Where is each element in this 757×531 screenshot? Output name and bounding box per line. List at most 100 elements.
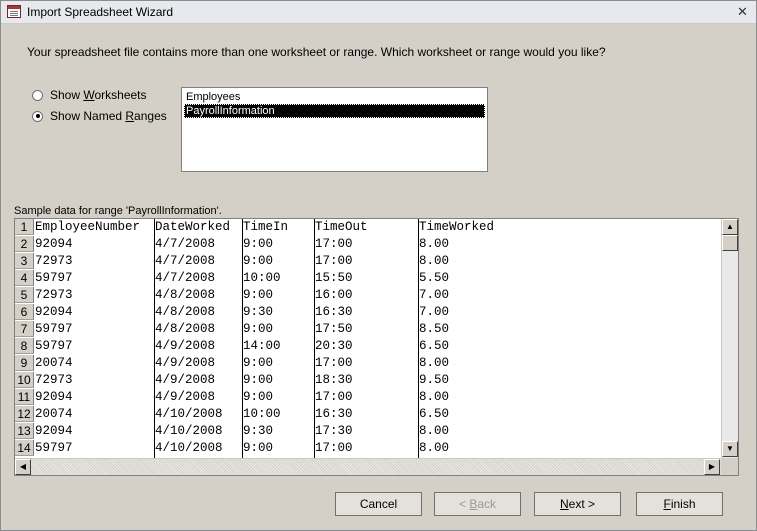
column-divider[interactable] <box>418 219 419 458</box>
table-cell: 10:00 <box>243 271 281 285</box>
table-cell: 59797 <box>35 322 73 336</box>
close-icon[interactable]: ✕ <box>735 4 750 19</box>
column-header: TimeIn <box>243 220 289 234</box>
table-cell: 92094 <box>35 237 73 251</box>
row-number: 14 <box>15 440 34 456</box>
table-cell: 17:00 <box>315 390 353 404</box>
table-row: 12 20074 4/10/2008 10:00 16:30 6.50 <box>15 406 721 423</box>
row-number: 8 <box>15 338 34 354</box>
table-cell: 9:00 <box>243 237 274 251</box>
table-cell: 14:00 <box>243 339 281 353</box>
table-cell: 17:50 <box>315 322 353 336</box>
column-divider[interactable] <box>314 219 315 458</box>
table-cell: 92094 <box>35 305 73 319</box>
table-row: 13 92094 4/10/2008 9:30 17:30 8.00 <box>15 423 721 440</box>
column-divider[interactable] <box>154 219 155 458</box>
row-number: 2 <box>15 236 34 252</box>
table-cell: 6.50 <box>419 407 450 421</box>
scrollbar-corner <box>721 458 738 475</box>
range-item-payroll-information[interactable]: PayrollInformation <box>184 104 485 118</box>
column-header: TimeWorked <box>419 220 495 234</box>
ranges-listbox[interactable]: Employees PayrollInformation <box>181 87 488 172</box>
table-cell: 4/10/2008 <box>155 407 223 421</box>
show-worksheets-radio[interactable] <box>32 89 43 101</box>
vertical-scroll-thumb[interactable] <box>722 235 738 251</box>
access-app-icon <box>7 5 21 18</box>
table-cell: 17:00 <box>315 441 353 455</box>
table-cell: 8.50 <box>419 322 450 336</box>
table-cell: 8.00 <box>419 441 450 455</box>
table-row: 9 20074 4/9/2008 9:00 17:00 8.00 <box>15 355 721 372</box>
table-cell: 9:30 <box>243 424 274 438</box>
column-header: DateWorked <box>155 220 231 234</box>
table-row: 10 72973 4/9/2008 9:00 18:30 9.50 <box>15 372 721 389</box>
sample-data-label: Sample data for range 'PayrollInformatio… <box>14 205 222 217</box>
table-cell: 7.00 <box>419 305 450 319</box>
table-cell: 59797 <box>35 441 73 455</box>
column-divider[interactable] <box>242 219 243 458</box>
table-cell: 8.00 <box>419 390 450 404</box>
row-number: 6 <box>15 304 34 320</box>
range-item-employees[interactable]: Employees <box>184 90 485 104</box>
table-cell: 20074 <box>35 407 73 421</box>
window-title: Import Spreadsheet Wizard <box>27 5 174 19</box>
table-cell: 8.00 <box>419 237 450 251</box>
table-cell: 4/7/2008 <box>155 237 216 251</box>
table-row: 7 59797 4/8/2008 9:00 17:50 8.50 <box>15 321 721 338</box>
finish-button[interactable]: Finish <box>636 492 723 516</box>
next-button[interactable]: Next > <box>534 492 621 516</box>
question-text: Your spreadsheet file contains more than… <box>27 45 606 59</box>
table-cell: 4/9/2008 <box>155 373 216 387</box>
table-cell: 4/8/2008 <box>155 322 216 336</box>
vertical-scrollbar[interactable]: ▲ ▼ <box>721 219 738 458</box>
row-number: 13 <box>15 423 34 439</box>
show-worksheets-label: Show Worksheets <box>50 88 147 102</box>
table-cell: 16:30 <box>315 305 353 319</box>
scroll-up-icon[interactable]: ▲ <box>722 219 738 235</box>
table-cell: 9:00 <box>243 373 274 387</box>
table-cell: 9:30 <box>243 305 274 319</box>
table-cell: 17:30 <box>315 424 353 438</box>
row-number: 12 <box>15 406 34 422</box>
show-named-ranges-option[interactable]: Show Named Ranges <box>32 108 167 124</box>
sample-data-grid: 1 EmployeeNumber DateWorked TimeIn TimeOut Ti… <box>14 218 739 476</box>
table-cell: 8.00 <box>419 424 450 438</box>
show-named-ranges-label: Show Named Ranges <box>50 109 167 123</box>
table-cell: 17:00 <box>315 356 353 370</box>
table-cell: 9:00 <box>243 322 274 336</box>
table-cell: 72973 <box>35 254 73 268</box>
cancel-button[interactable]: Cancel <box>335 492 422 516</box>
scroll-right-icon[interactable]: ▶ <box>704 459 720 475</box>
table-cell: 59797 <box>35 339 73 353</box>
table-cell: 6.50 <box>419 339 450 353</box>
table-cell: 9:00 <box>243 254 274 268</box>
title-bar[interactable]: Import Spreadsheet Wizard ✕ <box>1 1 756 24</box>
table-cell: 4/10/2008 <box>155 424 223 438</box>
back-button[interactable]: < Back <box>434 492 521 516</box>
table-cell: 4/9/2008 <box>155 390 216 404</box>
table-cell: 4/9/2008 <box>155 356 216 370</box>
scroll-down-icon[interactable]: ▼ <box>722 441 738 457</box>
table-row: 2 92094 4/7/2008 9:00 17:00 8.00 <box>15 236 721 253</box>
table-cell: 4/8/2008 <box>155 305 216 319</box>
table-cell: 18:30 <box>315 373 353 387</box>
table-cell: 10:00 <box>243 407 281 421</box>
header-row: 1 EmployeeNumber DateWorked TimeIn TimeOut Ti… <box>15 219 721 236</box>
table-cell: 9:00 <box>243 288 274 302</box>
show-worksheets-option[interactable]: Show Worksheets <box>32 87 147 103</box>
table-row: 8 59797 4/9/2008 14:00 20:30 6.50 <box>15 338 721 355</box>
scroll-left-icon[interactable]: ◀ <box>15 459 31 475</box>
table-cell: 4/9/2008 <box>155 339 216 353</box>
show-named-ranges-radio[interactable] <box>32 110 43 122</box>
table-cell: 8.00 <box>419 254 450 268</box>
import-spreadsheet-wizard-window: Import Spreadsheet Wizard ✕ Your spreads… <box>0 0 757 531</box>
table-cell: 59797 <box>35 271 73 285</box>
table-cell: 7.00 <box>419 288 450 302</box>
horizontal-scrollbar[interactable]: ◀ ▶ <box>15 458 721 475</box>
table-row: 5 72973 4/8/2008 9:00 16:00 7.00 <box>15 287 721 304</box>
table-cell: 8.00 <box>419 356 450 370</box>
table-row: 3 72973 4/7/2008 9:00 17:00 8.00 <box>15 253 721 270</box>
table-cell: 92094 <box>35 424 73 438</box>
row-number: 5 <box>15 287 34 303</box>
table-cell: 9:00 <box>243 356 274 370</box>
